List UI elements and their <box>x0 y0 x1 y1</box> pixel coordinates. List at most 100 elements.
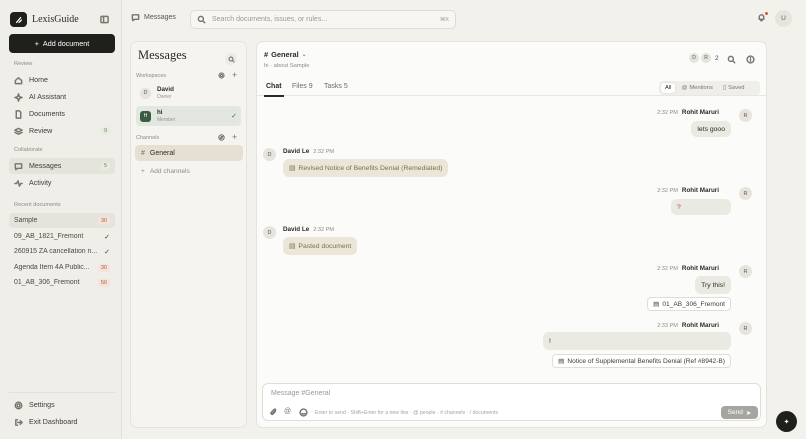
message-bubble: Try this! <box>695 276 731 294</box>
message-meta: 2:33 PM Rohit Maruri <box>657 322 719 329</box>
messages-count-badge: 5 <box>100 162 110 170</box>
exit-dashboard-link[interactable]: Exit Dashboard <box>9 414 115 430</box>
workspace-item[interactable]: H hi Member ✓ <box>136 106 241 126</box>
message-bubble: ! <box>543 332 731 350</box>
messages-panel: Messages Workspaces + D David Owner H hi… <box>130 41 247 428</box>
add-channels-link[interactable]: + Add channels <box>135 163 243 179</box>
author-avatar: R <box>739 322 752 335</box>
presence-avatar: R <box>701 53 711 63</box>
ai-assistant-fab[interactable]: ✦ <box>776 411 797 432</box>
add-document-button[interactable]: + Add document <box>9 34 115 53</box>
mention-icon[interactable]: @ <box>284 408 291 415</box>
review-count-badge: 9 <box>100 127 110 135</box>
home-icon <box>14 76 23 85</box>
presence-count: 2 <box>715 54 719 62</box>
issue-count-badge: 30 <box>97 216 110 225</box>
global-search-input[interactable]: Search documents, issues, or rules... ⌘K <box>190 10 456 29</box>
paperclip-icon[interactable] <box>269 408 278 417</box>
search-icon <box>197 15 206 24</box>
recent-document-item[interactable]: 01_AB_306_Fremont 50 <box>9 275 115 290</box>
collaborate-section-header: Collaborate <box>14 147 43 153</box>
document-reference[interactable]: ▤ Revised Notice of Benefits Denial (Rem… <box>283 159 449 177</box>
nav-review[interactable]: Review 9 <box>9 123 115 139</box>
message-meta: 2:32 PM Rohit Maruri <box>657 187 719 194</box>
message-meta: 2:32 PM Rohit Maruri <box>657 109 719 116</box>
user-avatar[interactable]: U <box>775 10 792 27</box>
tab-tasks[interactable]: Tasks 5 <box>324 83 348 90</box>
add-channel-icon[interactable]: + <box>232 132 237 142</box>
search-icon[interactable] <box>225 53 237 65</box>
recent-document-item[interactable]: Agenda Item 4A Public... 30 <box>9 260 115 275</box>
review-section-header: Review <box>14 61 33 67</box>
exit-icon <box>14 418 23 427</box>
chat-icon <box>131 13 140 22</box>
author-avatar: R <box>739 109 752 122</box>
bookmark-icon: ▯ <box>722 85 727 91</box>
check-icon: ✓ <box>104 248 110 256</box>
hash-icon: # <box>141 149 145 157</box>
attachment-chip[interactable]: ▤ Notice of Supplemental Benefits Denial… <box>552 354 731 368</box>
message-filter: All @ Mentions ▯ Saved <box>659 81 760 95</box>
recent-document-item[interactable]: Sample 30 <box>9 213 115 228</box>
settings-link[interactable]: Settings <box>9 397 115 413</box>
message-input[interactable]: Message #General <box>271 390 330 397</box>
left-sidebar: LexisGuide + Add document Review Home AI… <box>0 0 122 439</box>
divider <box>9 392 115 393</box>
presence-indicator[interactable]: D R 2 <box>689 53 719 63</box>
author-avatar: R <box>739 265 752 278</box>
info-icon[interactable] <box>746 55 755 64</box>
document-icon: ▤ <box>289 165 296 172</box>
check-icon: ✓ <box>104 233 110 241</box>
tab-chat[interactable]: Chat <box>266 83 282 90</box>
channel-title[interactable]: # General ⌄ <box>264 50 307 59</box>
workspace-item[interactable]: D David Owner <box>136 83 241 103</box>
sparkle-wand-icon: ✦ <box>783 418 790 426</box>
notification-dot <box>765 12 768 15</box>
document-reference[interactable]: ▤ Pasted document <box>283 237 358 255</box>
nav-messages[interactable]: Messages 5 <box>9 158 115 174</box>
active-tab-indicator <box>264 95 284 97</box>
author-avatar: D <box>263 148 276 161</box>
message-bubble: ? <box>671 199 731 215</box>
sparkle-icon <box>14 92 23 102</box>
workspace-avatar: D <box>140 87 151 99</box>
gear-icon[interactable] <box>218 72 225 79</box>
send-button[interactable]: Send ➤ <box>721 406 758 419</box>
chat-panel: # General ⌄ hi · about Sample D R 2 Chat… <box>256 41 767 428</box>
attachment-chip[interactable]: ▤ 01_AB_306_Fremont <box>647 297 731 311</box>
filter-all[interactable]: All <box>661 83 676 93</box>
at-icon: @ <box>681 85 688 91</box>
document-icon <box>14 109 23 119</box>
sidebar-toggle-icon[interactable] <box>100 15 109 24</box>
issue-count-badge: 50 <box>97 278 110 287</box>
check-icon: ✓ <box>231 113 237 120</box>
add-workspace-icon[interactable]: + <box>232 70 237 80</box>
channel-item-general[interactable]: # General <box>135 145 243 161</box>
recent-documents-header: Recent documents <box>14 202 61 208</box>
chevron-down-icon: ⌄ <box>301 52 307 58</box>
recent-document-item[interactable]: 09_AB_1821_Fremont ✓ <box>9 229 115 244</box>
plus-icon: + <box>141 167 145 175</box>
search-icon[interactable] <box>727 55 736 64</box>
tab-files[interactable]: Files 9 <box>292 83 313 90</box>
nav-activity[interactable]: Activity <box>9 175 115 191</box>
hash-icon: # <box>264 50 269 59</box>
composer-hint: Enter to send · Shift+Enter for a new li… <box>315 410 499 416</box>
filter-saved[interactable]: ▯ Saved <box>719 83 749 93</box>
search-shortcut: ⌘K <box>439 16 449 23</box>
message-meta: 2:32 PM Rohit Maruri <box>657 265 719 272</box>
workspaces-header: Workspaces <box>136 73 167 79</box>
author-avatar: D <box>263 226 276 239</box>
emoji-icon[interactable] <box>299 408 308 417</box>
brand-name: LexisGuide <box>32 14 79 25</box>
document-icon: ▤ <box>558 358 565 365</box>
chat-icon <box>14 162 23 171</box>
compass-icon[interactable] <box>218 134 225 141</box>
recent-document-item[interactable]: 260915 ZA cancellation n... ✓ <box>9 244 115 259</box>
plus-icon: + <box>34 39 39 48</box>
nav-home[interactable]: Home <box>9 72 115 88</box>
message-meta: David Le 2:32 PM <box>283 226 335 233</box>
nav-ai-assistant[interactable]: AI Assistant <box>9 89 115 105</box>
nav-documents[interactable]: Documents <box>9 106 115 122</box>
filter-mentions[interactable]: @ Mentions <box>677 83 716 93</box>
